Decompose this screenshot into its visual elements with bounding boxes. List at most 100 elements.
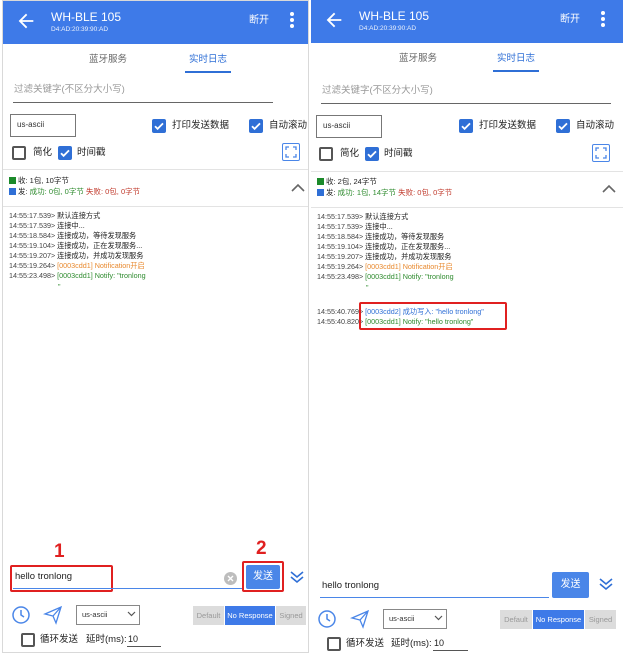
log-continuation: " [58, 284, 61, 291]
write-type-no-response[interactable]: No Response [225, 606, 275, 625]
delay-label: 延时(ms): [391, 638, 432, 649]
clock-icon[interactable] [11, 605, 31, 625]
back-arrow-icon[interactable] [15, 10, 37, 32]
app-bar: WH-BLE 105 D4:AD:20:39:90:AD 断开 [3, 1, 308, 44]
log-line: 14:55:18.584> 连接成功，等待发现服务 [9, 231, 146, 241]
filter-input[interactable]: 过滤关键字(不区分大小写) [13, 83, 273, 103]
clear-icon[interactable] [224, 572, 237, 585]
disconnect-button[interactable]: 断开 [249, 15, 269, 27]
log-timestamp: 14:55:23.498> [317, 272, 364, 281]
print-send-label: 打印发送数据 [172, 120, 230, 131]
divider [3, 169, 308, 170]
log-message: 连接成功，等待发现服务 [57, 231, 137, 240]
log-timestamp: 14:55:17.539> [317, 212, 364, 221]
filter-input[interactable]: 过滤关键字(不区分大小写) [321, 84, 611, 104]
send-text-input[interactable]: hello tronlong [320, 576, 549, 598]
tab-bluetooth-service[interactable]: 蓝牙服务 [373, 53, 463, 65]
log-timestamp: 14:55:23.498> [9, 271, 56, 280]
log-message: [0003cdd1] Notify: "tronlong [365, 272, 454, 281]
timestamp-checkbox[interactable] [58, 146, 72, 160]
encoding-input[interactable]: us-ascii [10, 114, 76, 137]
tab-bar: 蓝牙服务 实时日志 [311, 43, 623, 75]
loop-send-checkbox[interactable] [327, 637, 341, 651]
loop-send-checkbox[interactable] [21, 633, 35, 647]
send-plane-icon[interactable] [350, 609, 370, 629]
loop-send-label: 循环发送 [40, 634, 79, 645]
send-plane-icon[interactable] [43, 605, 63, 625]
collapse-chevron-icon[interactable] [291, 183, 305, 193]
app-bar: WH-BLE 105 D4:AD:20:39:90:AD 断开 [311, 0, 623, 43]
recv-color-square [9, 177, 16, 184]
expand-down-icon[interactable] [288, 568, 306, 586]
auto-scroll-checkbox[interactable] [556, 119, 570, 133]
log-list: 14:55:17.539> 默认连接方式 14:55:17.539> 连接中...… [317, 212, 454, 282]
disconnect-button[interactable]: 断开 [560, 14, 580, 26]
tab-bluetooth-service[interactable]: 蓝牙服务 [63, 54, 153, 66]
write-type-signed[interactable]: Signed [585, 610, 616, 629]
send-button[interactable]: 发送 [552, 572, 589, 598]
print-send-checkbox[interactable] [152, 119, 166, 133]
simplify-checkbox[interactable] [12, 146, 26, 160]
tab-realtime-log[interactable]: 实时日志 [163, 54, 253, 66]
write-type-default[interactable]: Default [193, 606, 224, 625]
active-tab-indicator [185, 71, 231, 73]
log-timestamp: 14:55:17.539> [9, 211, 56, 220]
more-options-icon[interactable] [287, 11, 297, 33]
log-message: 连接成功，等待发现服务 [365, 232, 445, 241]
log-message: 默认连接方式 [57, 211, 101, 220]
log-line: 14:55:17.539> 连接中... [317, 222, 454, 232]
delay-input[interactable]: 10 [127, 633, 161, 647]
log-message: [0003cdd1] Notification开启 [365, 262, 453, 271]
clock-icon[interactable] [317, 609, 337, 629]
log-line: 14:55:23.498> [0003cdd1] Notify: "tronlo… [317, 272, 454, 282]
log-message: 连接成功，并成功发现服务 [365, 252, 452, 261]
send-color-square [9, 188, 16, 195]
write-type-default[interactable]: Default [500, 610, 532, 629]
device-mac: D4:AD:20:39:90:AD [359, 25, 417, 32]
print-send-checkbox[interactable] [459, 119, 473, 133]
collapse-chevron-icon[interactable] [602, 184, 616, 194]
encoding-select[interactable]: us-ascii [383, 609, 447, 629]
divider [311, 207, 623, 208]
send-button[interactable]: 发送 [246, 565, 280, 589]
send-text-input[interactable]: hello tronlong [13, 567, 243, 589]
more-options-icon[interactable] [598, 10, 608, 32]
timestamp-checkbox[interactable] [365, 147, 379, 161]
marker-2: 2 [256, 538, 267, 559]
send-stats: 发: 成功: 0包, 0字节 失败: 0包, 0字节 [9, 187, 140, 197]
chevron-down-icon [127, 611, 136, 617]
simplify-checkbox[interactable] [319, 147, 333, 161]
delay-label: 延时(ms): [86, 634, 127, 645]
encoding-select[interactable]: us-ascii [76, 605, 140, 625]
log-line: 14:55:19.104> 连接成功，正在发现服务... [317, 242, 454, 252]
device-name: WH-BLE 105 [359, 9, 430, 23]
simplify-label: 简化 [33, 147, 53, 158]
print-send-label: 打印发送数据 [479, 120, 537, 131]
log-line: 14:55:17.539> 默认连接方式 [9, 211, 146, 221]
write-type-no-response[interactable]: No Response [533, 610, 584, 629]
write-type-signed[interactable]: Signed [276, 606, 306, 625]
log-line: 14:55:19.207> 连接成功，并成功发现服务 [317, 252, 454, 262]
delay-input[interactable]: 10 [433, 637, 468, 651]
timestamp-label: 时间戳 [384, 148, 413, 159]
recv-color-square [317, 178, 324, 185]
marker-1: 1 [54, 541, 65, 562]
log-message: [0003cdd1] Notify: "tronlong [57, 271, 146, 280]
expand-down-icon[interactable] [597, 575, 615, 593]
encoding-input[interactable]: us-ascii [316, 115, 382, 138]
left-phone-screen: WH-BLE 105 D4:AD:20:39:90:AD 断开 蓝牙服务 实时日… [2, 0, 309, 653]
fullscreen-icon[interactable] [592, 144, 610, 162]
log-timestamp: 14:55:18.584> [9, 231, 56, 240]
tab-realtime-log[interactable]: 实时日志 [471, 53, 561, 65]
device-mac: D4:AD:20:39:90:AD [51, 26, 109, 33]
log-line: 14:55:17.539> 连接中... [9, 221, 146, 231]
log-timestamp: 14:55:40.769> [317, 307, 364, 316]
back-arrow-icon[interactable] [323, 9, 345, 31]
fullscreen-icon[interactable] [282, 143, 300, 161]
active-tab-indicator [493, 70, 539, 72]
log-message: 连接成功，并成功发现服务 [57, 251, 144, 260]
log-list: 14:55:17.539> 默认连接方式 14:55:17.539> 连接中...… [9, 211, 146, 281]
log-line: 14:55:23.498> [0003cdd1] Notify: "tronlo… [9, 271, 146, 281]
auto-scroll-checkbox[interactable] [249, 119, 263, 133]
loop-send-label: 循环发送 [346, 638, 385, 649]
